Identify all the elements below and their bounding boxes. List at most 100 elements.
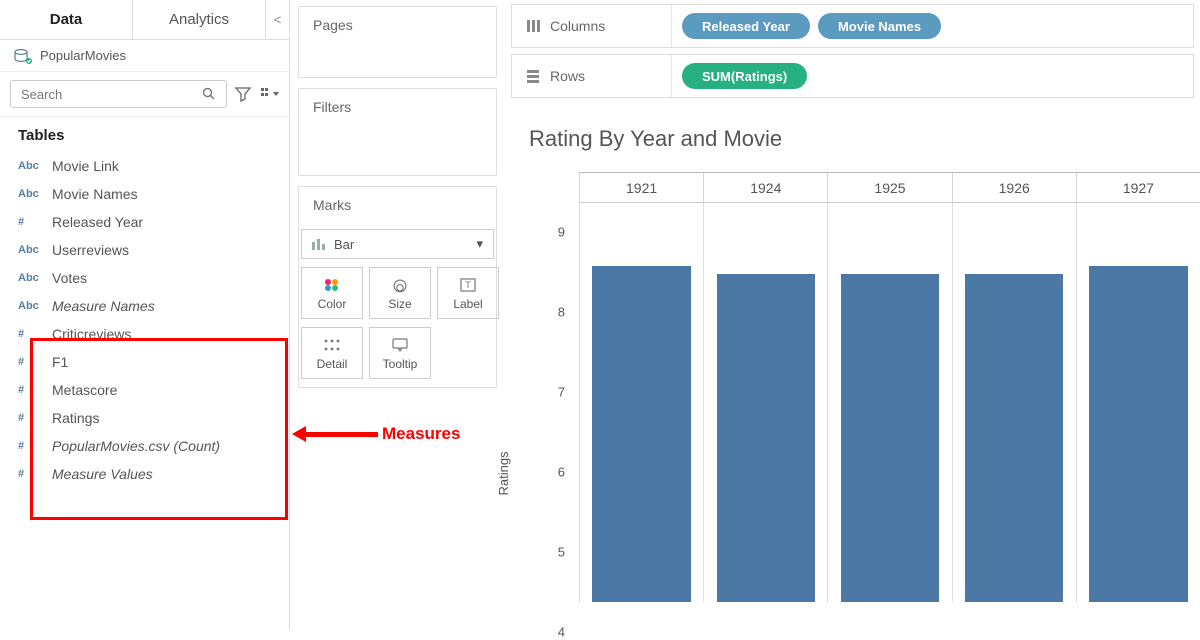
tab-analytics[interactable]: Analytics [133, 0, 265, 39]
plot-area[interactable]: 19211924192519261927 [579, 172, 1200, 602]
size-button[interactable]: Size [369, 267, 431, 319]
columns-shelf-body[interactable]: Released Year Movie Names [672, 13, 1193, 39]
search-input[interactable] [19, 86, 202, 103]
number-type-icon: # [18, 356, 42, 368]
bar[interactable] [717, 274, 816, 602]
string-type-icon: Abc [18, 244, 42, 256]
pill-released-year[interactable]: Released Year [682, 13, 810, 39]
pill-movie-names[interactable]: Movie Names [818, 13, 941, 39]
field-f1[interactable]: #F1 [0, 348, 289, 376]
detail-icon [324, 336, 340, 354]
columns-shelf[interactable]: Columns Released Year Movie Names [511, 4, 1194, 48]
size-label: Size [388, 297, 411, 311]
number-type-icon: # [18, 468, 42, 480]
mark-type-label: Bar [334, 237, 354, 252]
bar[interactable] [965, 274, 1064, 602]
mark-buttons-row1: Color Size T Label [299, 267, 496, 321]
rows-shelf[interactable]: Rows SUM(Ratings) [511, 54, 1194, 98]
rows-icon [526, 69, 540, 83]
viz-title[interactable]: Rating By Year and Movie [505, 108, 1200, 158]
string-type-icon: Abc [18, 272, 42, 284]
filters-card[interactable]: Filters [298, 88, 497, 176]
string-type-icon: Abc [18, 188, 42, 200]
field-criticreviews[interactable]: #Criticreviews [0, 320, 289, 348]
year-header[interactable]: 1921 [579, 173, 703, 202]
svg-text:T: T [465, 280, 471, 290]
bar[interactable] [592, 266, 691, 602]
columns-text: Columns [550, 18, 605, 34]
string-type-icon: Abc [18, 160, 42, 172]
number-type-icon: # [18, 328, 42, 340]
search-input-wrap[interactable] [10, 80, 227, 108]
field-metascore[interactable]: # Metascore [0, 376, 289, 404]
collapse-sidebar-icon[interactable]: < [265, 0, 289, 39]
year-header[interactable]: 1926 [952, 173, 1076, 202]
detail-button[interactable]: Detail [301, 327, 363, 379]
mark-type-dropdown[interactable]: Bar ▾ [301, 229, 494, 259]
pages-label: Pages [299, 7, 496, 43]
field-movie-link[interactable]: AbcMovie Link [0, 152, 289, 180]
y-tick: 9 [525, 225, 575, 240]
field-list: AbcMovie LinkAbcMovie Names#Released Yea… [0, 150, 289, 496]
chart-cell [703, 203, 827, 602]
field-measure-values[interactable]: # Measure Values [0, 460, 289, 488]
datasource-row[interactable]: PopularMovies [0, 40, 289, 72]
y-axis: 987654 [525, 202, 575, 630]
tab-data[interactable]: Data [0, 0, 133, 39]
label-button[interactable]: T Label [437, 267, 499, 319]
field-votes[interactable]: Abc Votes [0, 264, 289, 292]
field-popularmovies-csv-count-[interactable]: # PopularMovies.csv (Count) [0, 432, 289, 460]
marks-label: Marks [299, 187, 496, 223]
rows-shelf-label: Rows [512, 55, 672, 97]
tooltip-button[interactable]: Tooltip [369, 327, 431, 379]
side-tabs: Data Analytics < [0, 0, 289, 40]
bars-area [579, 202, 1200, 602]
column-headers: 19211924192519261927 [579, 172, 1200, 202]
field-movie-names[interactable]: AbcMovie Names [0, 180, 289, 208]
field-label: Votes [52, 270, 87, 286]
worksheet-area: Columns Released Year Movie Names Rows S… [505, 0, 1200, 630]
tooltip-icon [392, 336, 408, 354]
pages-card[interactable]: Pages [298, 6, 497, 78]
y-tick: 4 [525, 625, 575, 640]
field-label: PopularMovies.csv (Count) [52, 438, 220, 454]
field-label: Metascore [52, 382, 117, 398]
chart-cell [827, 203, 951, 602]
chart-cell [1076, 203, 1200, 602]
pill-sum-ratings[interactable]: SUM(Ratings) [682, 63, 807, 89]
number-type-icon: # [18, 384, 42, 396]
filter-icon[interactable] [235, 86, 253, 102]
bar[interactable] [1089, 266, 1188, 602]
tooltip-label: Tooltip [383, 357, 418, 371]
year-header[interactable]: 1924 [703, 173, 827, 202]
y-axis-label: Ratings [496, 452, 511, 496]
detail-label: Detail [317, 357, 348, 371]
field-label: Userreviews [52, 242, 129, 258]
tables-heading: Tables [0, 117, 289, 150]
color-button[interactable]: Color [301, 267, 363, 319]
label-icon: T [460, 276, 476, 294]
bar[interactable] [841, 274, 940, 602]
y-tick: 5 [525, 545, 575, 560]
rows-shelf-body[interactable]: SUM(Ratings) [672, 63, 1193, 89]
field-released-year[interactable]: #Released Year [0, 208, 289, 236]
number-type-icon: # [18, 412, 42, 424]
search-row [0, 72, 289, 117]
filters-label: Filters [299, 89, 496, 125]
datasource-name: PopularMovies [40, 48, 126, 63]
year-header[interactable]: 1927 [1076, 173, 1200, 202]
viz: 987654 Ratings 19211924192519261927 [505, 158, 1200, 630]
field-measure-names[interactable]: AbcMeasure Names [0, 292, 289, 320]
data-pane: Data Analytics < PopularMovies T [0, 0, 290, 630]
search-icon [202, 87, 218, 101]
columns-icon [526, 19, 540, 33]
number-type-icon: # [18, 440, 42, 452]
year-header[interactable]: 1925 [827, 173, 951, 202]
field-ratings[interactable]: # Ratings [0, 404, 289, 432]
field-label: Ratings [52, 410, 99, 426]
view-options-icon[interactable] [261, 87, 279, 101]
y-tick: 8 [525, 305, 575, 320]
field-userreviews[interactable]: Abc Userreviews [0, 236, 289, 264]
shelves: Columns Released Year Movie Names Rows S… [505, 0, 1200, 108]
field-label: Measure Values [52, 466, 153, 482]
